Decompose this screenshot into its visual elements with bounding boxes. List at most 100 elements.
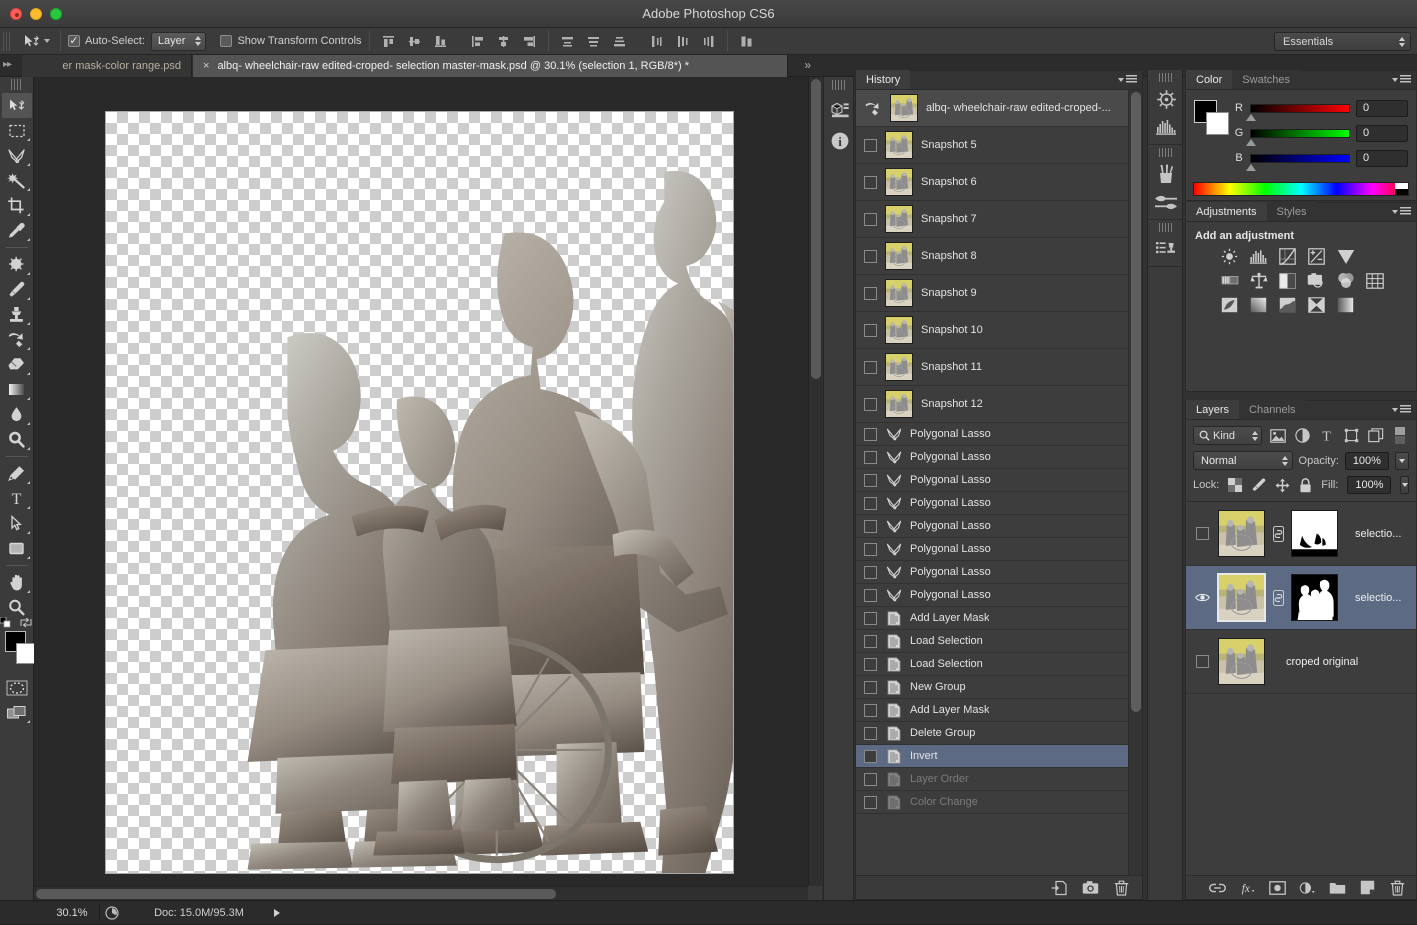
canvas-vertical-scrollbar[interactable] — [808, 77, 822, 886]
gradient-map-icon[interactable] — [1336, 296, 1355, 313]
tool-flyout-indicator[interactable] — [26, 344, 30, 350]
hand-tool[interactable] — [2, 570, 32, 595]
tab-history[interactable]: History — [856, 70, 911, 89]
tool-flyout-indicator[interactable] — [26, 210, 30, 216]
default-colors-icon[interactable] — [0, 617, 11, 628]
history-brush-source-checkbox[interactable] — [864, 749, 877, 763]
mask-link-icon[interactable] — [1272, 589, 1284, 606]
history-state-item[interactable]: Polygonal Lasso — [856, 492, 1128, 515]
history-state-item[interactable]: Polygonal Lasso — [856, 446, 1128, 469]
color-panel-menu-button[interactable] — [1392, 75, 1411, 84]
history-brush-source-checkbox[interactable] — [864, 726, 877, 740]
canvas-horizontal-scrollbar[interactable] — [34, 886, 808, 900]
history-brush-source-checkbox[interactable] — [864, 473, 877, 487]
history-state-item[interactable]: Polygonal Lasso — [856, 538, 1128, 561]
tab-dock-grip[interactable]: ▸▸ — [3, 59, 12, 70]
align-bottom-edges-button[interactable] — [429, 31, 452, 52]
pen-tool[interactable] — [2, 461, 32, 486]
history-state-item[interactable]: Snapshot 6 — [856, 164, 1128, 201]
history-state-item[interactable]: Polygonal Lasso — [856, 561, 1128, 584]
invert-icon[interactable] — [1220, 296, 1239, 313]
tool-flyout-indicator[interactable] — [26, 160, 30, 166]
history-brush-source-checkbox[interactable] — [864, 703, 877, 717]
color-lookup-icon[interactable] — [1365, 272, 1384, 289]
document-tab-inactive[interactable]: er mask-color range.psd — [22, 55, 192, 77]
photo-filter-icon[interactable] — [1307, 272, 1326, 289]
history-brush-source-checkbox[interactable] — [864, 542, 877, 556]
distribute-left-edges-button[interactable] — [645, 31, 668, 52]
history-state-item[interactable]: Load Selection — [856, 630, 1128, 653]
adjustments-panel-menu-button[interactable] — [1392, 207, 1411, 216]
history-brush-source-checkbox[interactable] — [864, 680, 877, 694]
gradient-tool[interactable] — [2, 377, 32, 402]
history-state-item[interactable]: Color Change — [856, 791, 1128, 814]
lock-all-icon[interactable] — [1299, 477, 1312, 493]
history-brush-source-checkbox[interactable] — [864, 138, 877, 152]
tool-flyout-indicator[interactable] — [26, 528, 30, 534]
delete-state-icon[interactable] — [1113, 879, 1130, 896]
histogram-icon[interactable] — [1148, 113, 1184, 141]
link-layers-icon[interactable] — [1209, 879, 1226, 896]
channel-g-slider[interactable] — [1246, 128, 1350, 146]
distribute-horizontal-centers-button[interactable] — [671, 31, 694, 52]
tab-layers[interactable]: Layers — [1186, 400, 1240, 419]
tool-flyout-indicator[interactable] — [26, 444, 30, 450]
history-state-list[interactable]: albq- wheelchair-raw edited-croped-... S… — [856, 90, 1128, 875]
rectangle-shape-tool[interactable] — [2, 536, 32, 561]
blur-tool[interactable] — [2, 402, 32, 427]
adjustment-layers-icon[interactable] — [1294, 427, 1311, 445]
align-right-edges-button[interactable] — [518, 31, 541, 52]
curves-icon[interactable] — [1278, 248, 1297, 265]
shape-layers-icon[interactable] — [1343, 427, 1360, 445]
layer-row[interactable]: croped original — [1186, 630, 1416, 694]
history-state-item[interactable]: Snapshot 5 — [856, 127, 1128, 164]
eyedropper-tool[interactable] — [2, 218, 32, 243]
history-state-item[interactable]: Delete Group — [856, 722, 1128, 745]
history-state-item[interactable]: New Group — [856, 676, 1128, 699]
mini-bridge-icon[interactable] — [824, 94, 855, 125]
pixel-layers-icon[interactable] — [1269, 427, 1286, 445]
vibrance-icon[interactable] — [1336, 248, 1355, 265]
dock-group-grip[interactable] — [1158, 73, 1172, 82]
tab-swatches[interactable]: Swatches — [1232, 70, 1300, 89]
history-brush-source-checkbox[interactable] — [864, 795, 877, 809]
fill-stepper[interactable] — [1400, 476, 1409, 494]
distribute-right-edges-button[interactable] — [697, 31, 720, 52]
move-tool[interactable] — [1, 93, 32, 118]
layer-visibility-toggle[interactable] — [1193, 527, 1211, 540]
hue-saturation-icon[interactable] — [1220, 272, 1239, 289]
layer-thumbnail[interactable] — [1218, 510, 1265, 557]
history-brush-source-checkbox[interactable] — [864, 323, 877, 337]
status-proxy-icon[interactable] — [100, 901, 124, 925]
distribute-vertical-centers-button[interactable] — [582, 31, 605, 52]
dock-group-grip[interactable] — [1158, 223, 1172, 232]
new-adjustment-layer-icon[interactable] — [1299, 879, 1316, 896]
crop-tool[interactable] — [2, 193, 32, 218]
history-state-item[interactable]: Snapshot 10 — [856, 312, 1128, 349]
tool-flyout-indicator[interactable] — [26, 269, 30, 275]
layer-mask-thumbnail[interactable] — [1291, 510, 1338, 557]
tool-flyout-indicator[interactable] — [26, 394, 30, 400]
history-brush-source-checkbox[interactable] — [864, 519, 877, 533]
info-panel-icon[interactable]: i — [824, 125, 855, 156]
create-new-snapshot-icon[interactable] — [1082, 879, 1099, 896]
add-layer-mask-icon[interactable] — [1269, 879, 1286, 896]
history-state-item[interactable]: Snapshot 7 — [856, 201, 1128, 238]
auto-align-layers-button[interactable] — [735, 31, 758, 52]
history-state-item[interactable]: Snapshot 9 — [856, 275, 1128, 312]
clone-stamp-tool[interactable] — [2, 302, 32, 327]
history-scroll-thumb[interactable] — [1131, 92, 1141, 712]
align-top-edges-button[interactable] — [377, 31, 400, 52]
channel-b-knob[interactable] — [1246, 163, 1256, 171]
tool-preset-picker[interactable] — [18, 31, 53, 51]
exposure-icon[interactable] — [1307, 248, 1326, 265]
quick-mask-mode-button[interactable] — [2, 675, 32, 700]
minimize-window-button[interactable] — [30, 7, 42, 20]
brush-icon[interactable] — [1148, 160, 1184, 188]
channel-mixer-icon[interactable] — [1336, 272, 1355, 289]
horizontal-scroll-thumb[interactable] — [36, 889, 556, 899]
tool-flyout-indicator[interactable] — [26, 478, 30, 484]
close-tab-icon[interactable]: × — [203, 60, 209, 72]
type-tool[interactable]: T — [2, 486, 32, 511]
filter-on-off-toggle[interactable] — [1392, 426, 1409, 445]
